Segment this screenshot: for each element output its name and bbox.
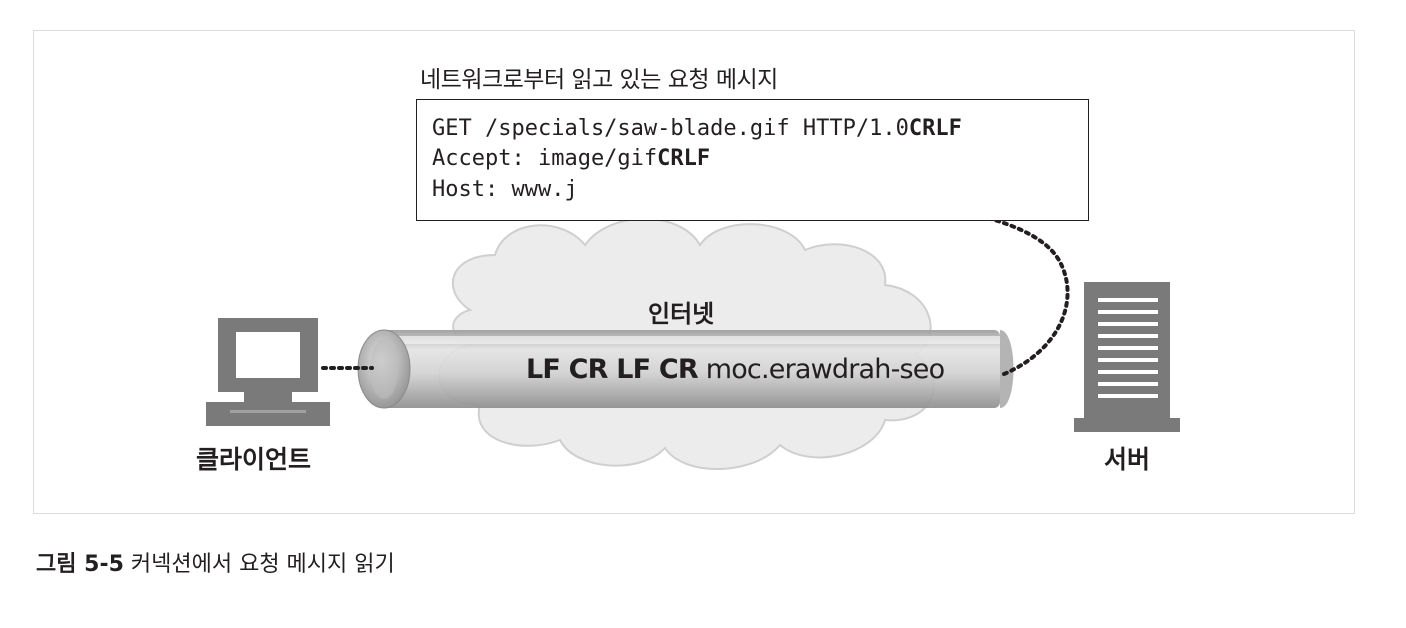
byte-stream-text: LF CR LF CR moc.erawdrah-seo — [526, 354, 945, 385]
byte-stream-rest: moc.erawdrah-seo — [697, 354, 945, 385]
computer-icon — [206, 318, 330, 426]
client-label: 클라이언트 — [196, 445, 312, 474]
figure-number: 그림 5-5 — [36, 552, 124, 577]
byte-stream-bold: LF CR LF CR — [526, 354, 699, 385]
request-line-2: Accept: image/gifCRLF — [432, 146, 711, 171]
request-line-1: GET /specials/saw-blade.gif HTTP/1.0CRLF — [432, 116, 962, 141]
request-line-3: Host: www.j — [432, 177, 578, 202]
figure-caption: 그림 5-5 커넥션에서 요청 메시지 읽기 — [36, 546, 395, 578]
internet-label: 인터넷 — [648, 300, 715, 328]
server-icon — [1074, 282, 1180, 432]
message-box-title: 네트워크로부터 읽고 있는 요청 메시지 — [420, 67, 778, 93]
caption-text: 커넥션에서 요청 메시지 읽기 — [123, 552, 395, 577]
server-label: 서버 — [1104, 445, 1151, 474]
